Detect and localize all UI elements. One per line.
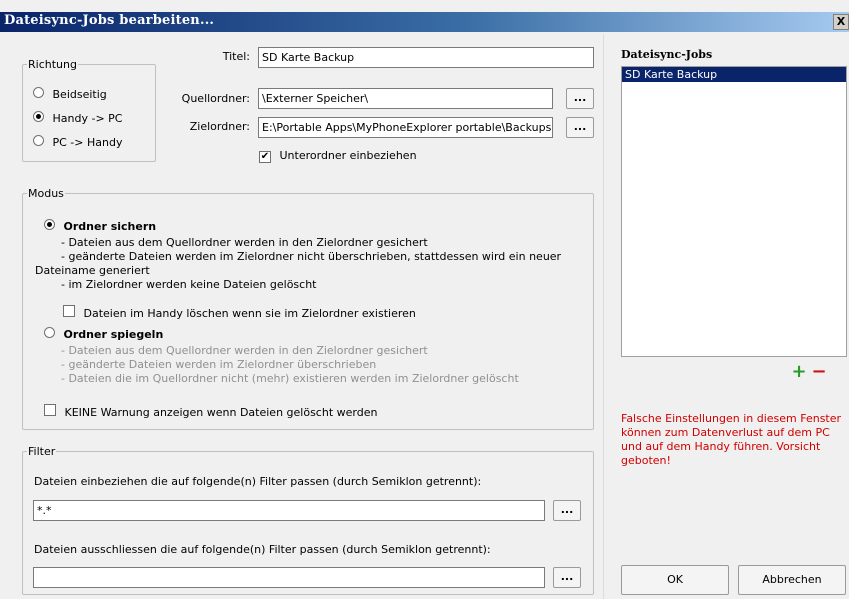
handy-loeschen-check-box[interactable] — [63, 305, 75, 317]
titel-input[interactable]: SD Karte Backup — [258, 47, 594, 68]
unterordner-checkbox[interactable]: ✔ Unterordner einbeziehen — [259, 149, 417, 163]
sichern-desc-2: - geänderte Dateien werden im Zielordner… — [61, 250, 562, 263]
richtung-legend: Richtung — [28, 58, 77, 71]
filter-legend: Filter — [28, 445, 56, 458]
sichern-desc-3: Dateiname generiert — [35, 264, 150, 277]
filter-include-label: Dateien einbeziehen die auf folgende(n) … — [34, 475, 482, 488]
zielordner-input[interactable]: E:\Portable Apps\MyPhoneExplorer portabl… — [258, 117, 553, 138]
keine-warnung-check-box[interactable] — [44, 404, 56, 416]
jobs-list-item[interactable]: SD Karte Backup — [622, 67, 846, 82]
radio-ordner-spiegeln-indicator[interactable] — [44, 327, 55, 338]
filter-exclude-browse-button[interactable]: ... — [553, 567, 581, 588]
remove-job-icon[interactable]: − — [810, 363, 828, 382]
radio-pc-handy[interactable]: PC -> Handy — [33, 135, 122, 149]
filter-include-input[interactable]: *.* — [33, 500, 545, 521]
keine-warnung-label: KEINE Warnung anzeigen wenn Dateien gelö… — [64, 406, 378, 419]
radio-pc-handy-indicator[interactable] — [33, 135, 44, 146]
radio-ordner-sichern[interactable]: Ordner sichern — [44, 219, 156, 233]
radio-handy-pc-indicator[interactable] — [33, 111, 44, 122]
radio-ordner-sichern-indicator[interactable] — [44, 219, 55, 230]
filter-include-browse-button[interactable]: ... — [553, 500, 581, 521]
unterordner-check-box[interactable]: ✔ — [259, 151, 271, 163]
add-job-icon[interactable]: + — [790, 363, 808, 382]
jobs-list[interactable]: SD Karte Backup — [621, 66, 847, 357]
radio-handy-pc-label: Handy -> PC — [52, 112, 123, 125]
spiegeln-desc-2: - geänderte Dateien werden im Zielordner… — [61, 358, 377, 371]
unterordner-label: Unterordner einbeziehen — [279, 149, 417, 162]
radio-handy-pc[interactable]: Handy -> PC — [33, 111, 122, 125]
keine-warnung-checkbox[interactable]: KEINE Warnung anzeigen wenn Dateien gelö… — [44, 404, 377, 419]
ordner-sichern-label: Ordner sichern — [63, 220, 157, 233]
jobs-heading: Dateisync-Jobs — [621, 48, 713, 61]
ok-button[interactable]: OK — [621, 565, 729, 595]
zielordner-label: Zielordner: — [189, 120, 250, 133]
warning-text: Falsche Einstellungen in diesem Fenster … — [621, 412, 842, 467]
radio-beidseitig-indicator[interactable] — [33, 87, 44, 98]
quellordner-label: Quellordner: — [181, 92, 250, 105]
ordner-spiegeln-label: Ordner spiegeln — [63, 328, 164, 341]
close-button[interactable]: X — [833, 14, 849, 30]
handy-loeschen-checkbox[interactable]: Dateien im Handy löschen wenn sie im Zie… — [63, 305, 416, 320]
zielordner-browse-button[interactable]: ... — [566, 117, 594, 138]
filter-exclude-input[interactable] — [33, 567, 545, 588]
handy-loeschen-label: Dateien im Handy löschen wenn sie im Zie… — [83, 307, 416, 320]
radio-ordner-spiegeln[interactable]: Ordner spiegeln — [44, 327, 163, 341]
sichern-desc-1: - Dateien aus dem Quellordner werden in … — [61, 236, 428, 249]
quellordner-input[interactable]: \Externer Speicher\ — [258, 88, 553, 109]
sichern-desc-4: - im Zielordner werden keine Dateien gel… — [61, 278, 317, 291]
filter-exclude-label: Dateien ausschliessen die auf folgende(n… — [34, 543, 491, 556]
spiegeln-desc-3: - Dateien die im Quellordner nicht (mehr… — [61, 372, 519, 385]
radio-pc-handy-label: PC -> Handy — [52, 136, 123, 149]
radio-beidseitig[interactable]: Beidseitig — [33, 87, 107, 101]
cancel-button[interactable]: Abbrechen — [738, 565, 846, 595]
modus-legend: Modus — [28, 187, 64, 200]
window-title: Dateisync-Jobs bearbeiten... — [4, 13, 215, 28]
quellordner-browse-button[interactable]: ... — [566, 88, 594, 109]
spiegeln-desc-1: - Dateien aus dem Quellordner werden in … — [61, 344, 428, 357]
radio-beidseitig-label: Beidseitig — [52, 88, 107, 101]
titel-label: Titel: — [222, 50, 250, 63]
